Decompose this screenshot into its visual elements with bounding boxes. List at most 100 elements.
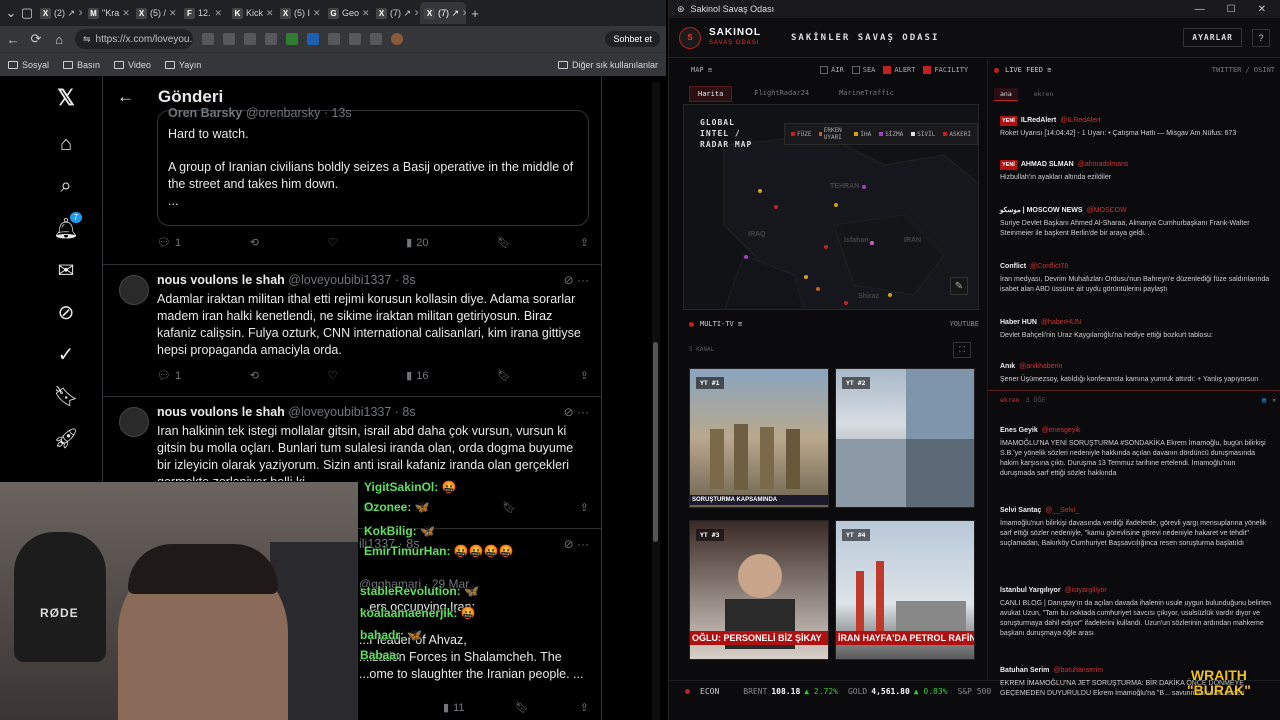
- filter-sea[interactable]: SEA: [851, 66, 875, 74]
- edit-pencil-icon[interactable]: ✎: [950, 277, 968, 295]
- map-marker[interactable]: [824, 245, 828, 249]
- browser-tab[interactable]: G Geo ✕: [324, 2, 370, 24]
- browser-tab[interactable]: X (5) I ✕: [276, 2, 322, 24]
- reply-button[interactable]: 💬︎ 1: [157, 236, 181, 250]
- home-icon[interactable]: ⌂: [54, 132, 78, 156]
- list-icon[interactable]: ▤: [1262, 396, 1266, 404]
- post-author[interactable]: nous voulons le shah @loveyoubibi1337 · …: [157, 273, 416, 287]
- browser-tab[interactable]: X (5) / ✕: [132, 2, 178, 24]
- collections-icon[interactable]: [370, 33, 382, 45]
- filter-checkbox[interactable]: [851, 66, 860, 74]
- split-screen-icon[interactable]: [349, 33, 361, 45]
- browser-tab[interactable]: X (7) ↗ ✕: [420, 2, 466, 24]
- feed-tab[interactable]: ekren: [1028, 88, 1060, 101]
- repost-button[interactable]: ⟲: [250, 236, 259, 249]
- refresh-icon[interactable]: ⟳: [29, 31, 43, 47]
- more-options-icon[interactable]: ⊘ ···: [564, 405, 589, 419]
- bookmarks-icon[interactable]: 🔖︎: [53, 384, 78, 408]
- tab-close-icon[interactable]: ✕: [362, 8, 370, 19]
- extension-icon[interactable]: [328, 33, 340, 45]
- feed-post[interactable]: Anık @anikhaberin Şener Üşümezsoy, katıldı…: [1000, 362, 1272, 385]
- feed-post[interactable]: Conflict @Conflict78 İran medyası, Devrim …: [1000, 262, 1272, 295]
- tab-close-icon[interactable]: ✕: [414, 8, 418, 19]
- tab-close-icon[interactable]: ✕: [169, 8, 177, 19]
- favorite-star-icon[interactable]: [244, 33, 256, 45]
- map-tab[interactable]: FlightRadar24: [746, 86, 817, 102]
- extension-icon[interactable]: [286, 33, 298, 45]
- browser-tab[interactable]: K Kick ✕: [228, 2, 274, 24]
- page-scrollbar[interactable]: [652, 82, 660, 720]
- tab-list-icon[interactable]: ⌄: [4, 5, 18, 21]
- tab-close-icon[interactable]: ✕: [214, 8, 222, 19]
- maximize-icon[interactable]: ☐: [1227, 4, 1236, 15]
- minimize-icon[interactable]: —: [1195, 4, 1205, 15]
- filter-alert[interactable]: ALERT: [883, 66, 915, 74]
- back-icon[interactable]: ←: [6, 32, 20, 47]
- extension-icon[interactable]: [307, 33, 319, 45]
- video-tile[interactable]: YT #1 SORUŞTURMA KAPSAMINDA: [689, 368, 829, 508]
- bookmark-folder[interactable]: Basın: [63, 60, 100, 70]
- zoom-icon[interactable]: [223, 33, 235, 45]
- tab-close-icon[interactable]: ✕: [266, 8, 274, 19]
- radar-map[interactable]: GLOBAL INTEL / RADAR MAP FÜZE ERKEN UYARI…: [683, 104, 979, 310]
- tab-close-icon[interactable]: ✕: [78, 8, 82, 19]
- map-marker[interactable]: [774, 205, 778, 209]
- feed-post[interactable]: YENİ ILRedAlert @ILRedAlert Roket Uyarısı […: [1000, 116, 1272, 139]
- filter-air[interactable]: AIR: [820, 66, 844, 74]
- map-marker[interactable]: [804, 275, 808, 279]
- map-marker[interactable]: [844, 301, 848, 305]
- map-marker[interactable]: [834, 203, 838, 207]
- bookmark-button[interactable]: 🔖︎: [497, 369, 511, 382]
- home-icon[interactable]: ⌂: [52, 32, 66, 47]
- grok-icon[interactable]: ⊘: [54, 300, 78, 324]
- map-marker[interactable]: [870, 241, 874, 245]
- map-marker[interactable]: [862, 185, 866, 189]
- bookmark-folder[interactable]: Video: [114, 60, 151, 70]
- like-button[interactable]: ♡: [328, 236, 338, 249]
- video-tile[interactable]: YT #4 İRAN HAYFA'DA PETROL RAFİNER: [835, 520, 975, 660]
- map-marker[interactable]: [888, 293, 892, 297]
- browser-tab[interactable]: F 12. ✕: [180, 2, 226, 24]
- feed-tab[interactable]: ana: [994, 88, 1018, 101]
- close-icon[interactable]: ✕: [1272, 396, 1276, 404]
- filter-checkbox[interactable]: [883, 66, 892, 74]
- map-marker[interactable]: [816, 287, 820, 291]
- filter-facility[interactable]: FACILITY: [923, 66, 968, 74]
- avatar[interactable]: [119, 275, 149, 305]
- avatar[interactable]: [119, 407, 149, 437]
- post-author[interactable]: nous voulons le shah @loveyoubibi1337 · …: [157, 405, 416, 419]
- url-field[interactable]: ⇋ https://x.com/loveyou...: [75, 29, 193, 49]
- more-options-icon[interactable]: ⊘ ···: [564, 273, 589, 287]
- filter-checkbox[interactable]: [923, 66, 932, 74]
- views-button[interactable]: ▮ 16: [406, 369, 428, 383]
- video-tile[interactable]: YT #2: [835, 368, 975, 508]
- post[interactable]: nous voulons le shah @loveyoubibi1337 · …: [103, 264, 601, 396]
- reply-button[interactable]: 💬︎ 1: [157, 369, 181, 383]
- close-icon[interactable]: ✕: [1258, 4, 1266, 15]
- feed-post[interactable]: موسكو | MOSCOW NEWS @MOSCOW Suriye Devlet …: [1000, 206, 1272, 239]
- filter-checkbox[interactable]: [820, 66, 829, 74]
- reader-mode-icon[interactable]: [202, 33, 214, 45]
- workspaces-icon[interactable]: ▢: [20, 5, 34, 21]
- bookmark-folder[interactable]: Sosyal: [8, 60, 49, 70]
- settings-button[interactable]: AYARLAR: [1183, 28, 1242, 47]
- help-button[interactable]: ?: [1252, 28, 1270, 47]
- site-info-icon[interactable]: ⇋: [83, 34, 91, 45]
- search-icon[interactable]: ⌕: [54, 174, 78, 198]
- x-logo-icon[interactable]: 𝕏: [54, 85, 78, 110]
- views-button[interactable]: ▮ 20: [406, 236, 428, 250]
- tab-close-icon[interactable]: ✕: [122, 8, 130, 19]
- map-tab[interactable]: MarineTraffic: [831, 86, 902, 102]
- bookmark-button[interactable]: 🔖︎: [497, 236, 511, 249]
- other-favorites[interactable]: Diğer sık kullanılanlar: [557, 60, 658, 70]
- browser-tab[interactable]: X (7) ↗ ✕: [372, 2, 418, 24]
- fullscreen-icon[interactable]: ⛶: [953, 342, 971, 358]
- map-marker[interactable]: [744, 255, 748, 259]
- extension-icon[interactable]: [265, 33, 277, 45]
- repost-button[interactable]: ⟲: [250, 369, 259, 382]
- share-button[interactable]: ⇪: [580, 236, 589, 249]
- scrollbar-thumb[interactable]: [653, 342, 658, 542]
- like-button[interactable]: ♡: [328, 369, 338, 382]
- map-marker[interactable]: [758, 189, 762, 193]
- bookmark-folder[interactable]: Yayın: [164, 60, 201, 70]
